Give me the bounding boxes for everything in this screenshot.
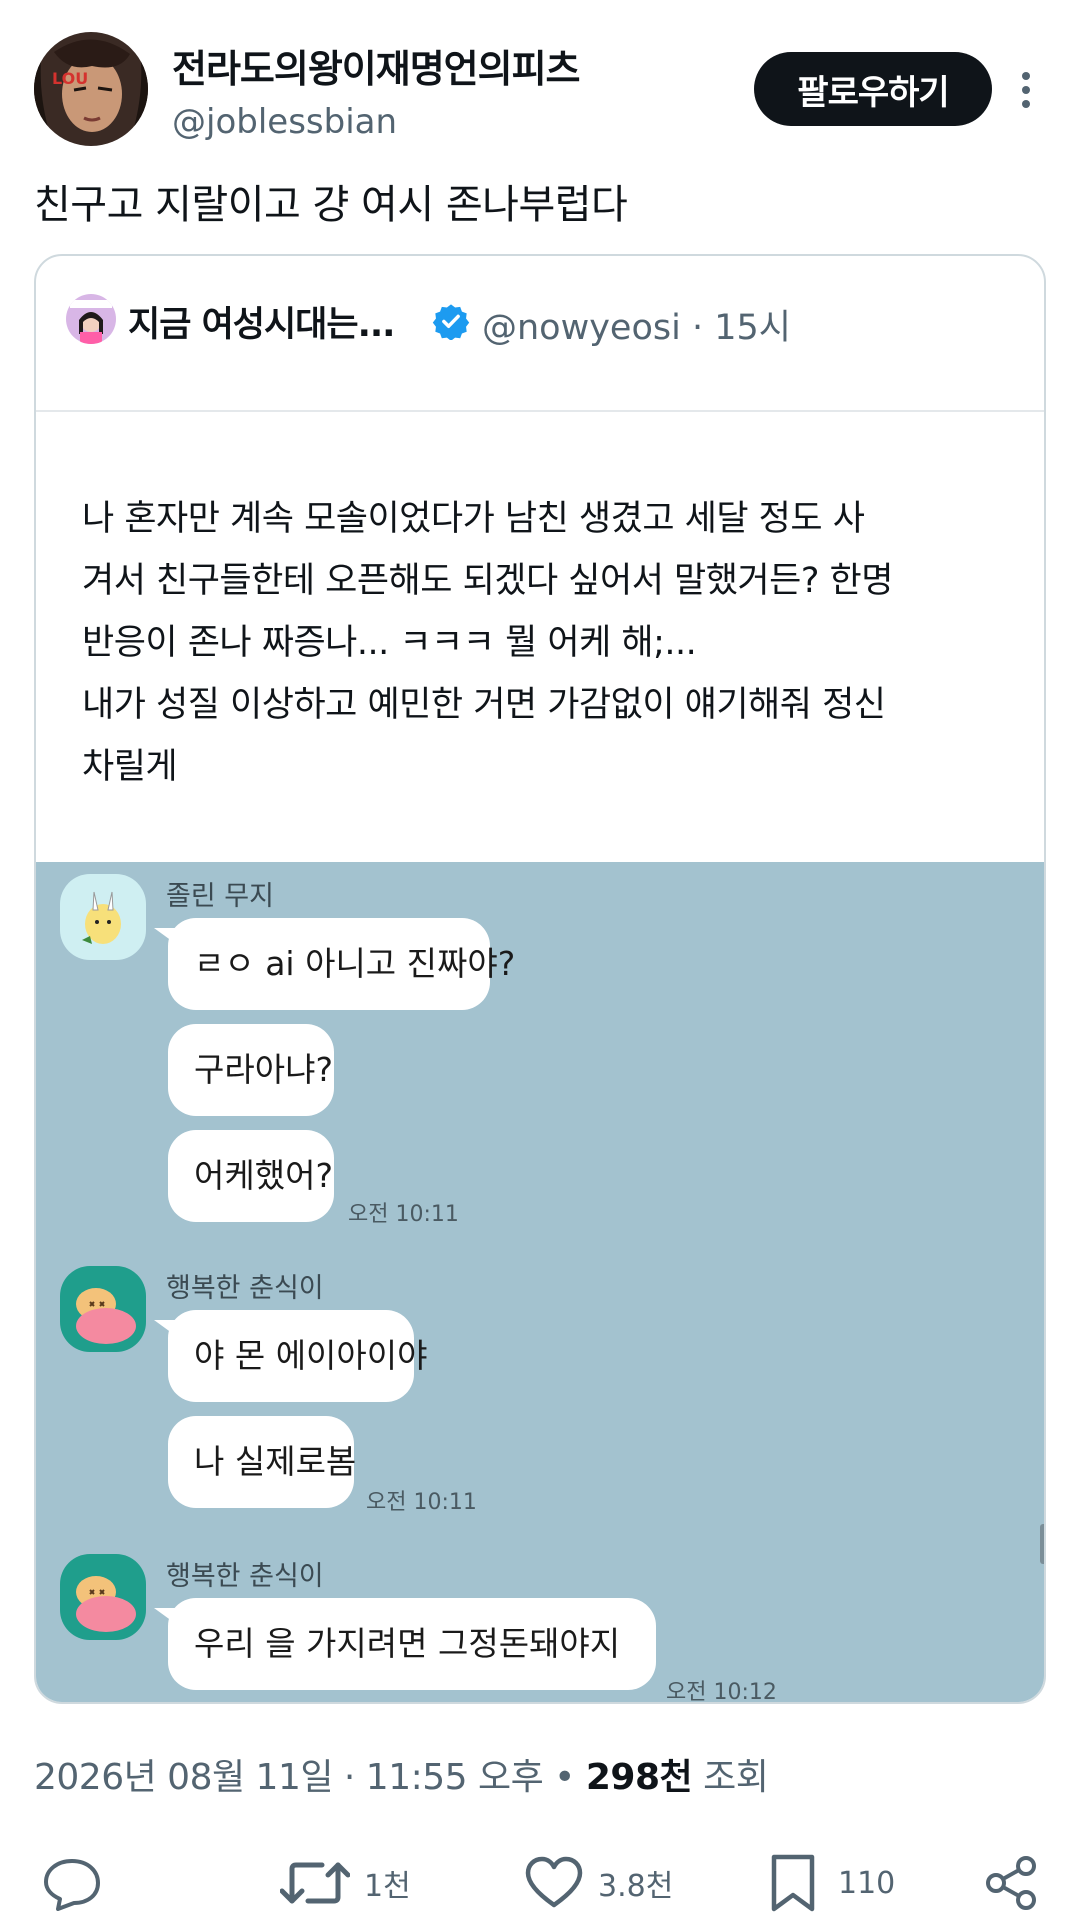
follow-button[interactable]: 팔로우하기 <box>754 52 992 126</box>
author-handle[interactable]: @joblessbian <box>172 102 397 142</box>
like-count: 3.8천 <box>598 1869 674 1904</box>
quote-body-line: 차릴게 <box>82 747 178 787</box>
chat-message-bubble: 우리 을 가지려면 그정돈돼야지 <box>154 1598 656 1690</box>
chat-message-bubble: 어케했어? <box>168 1130 334 1222</box>
chat-screenshot[interactable]: 졸린 무지 ㄹㅇ ai 아니고 진짜야? 구라아냐? 어케했어? 오전 10:1… <box>36 862 1044 1704</box>
avatar-lettering: LOU <box>52 69 88 88</box>
chat-message-bubble: 야 몬 에이아이야 <box>154 1310 428 1402</box>
quote-body: 나 혼자만 계속 모솔이었다가 남친 생겼고 세달 정도 사 겨서 친구들한테 … <box>82 488 1012 798</box>
bookmark-button[interactable]: 110 <box>768 1854 896 1912</box>
author-name[interactable]: 전라도의왕이재명언의피츠 <box>172 38 581 93</box>
chat-message-bubble: 나 실제로봄 <box>168 1416 356 1508</box>
retweet-button[interactable]: 1천 <box>280 1855 411 1911</box>
author-avatar[interactable]: LOU <box>34 32 148 146</box>
quote-body-line: 나 혼자만 계속 모솔이었다가 남친 생겼고 세달 정도 사 <box>82 499 865 539</box>
more-options-icon[interactable] <box>1012 68 1040 112</box>
chat-scrollbar[interactable] <box>1040 1524 1044 1564</box>
chat-sender-name: 행복한 춘식이 <box>166 1561 324 1592</box>
share-icon <box>986 1856 1036 1910</box>
bookmark-icon <box>771 1854 815 1912</box>
quote-handle-time: @nowyeosi · 15시 <box>482 308 791 348</box>
chat-timestamp: 오전 10:12 <box>666 1680 777 1704</box>
choonsik-avatar-icon <box>60 1554 146 1640</box>
reply-button[interactable] <box>42 1855 102 1911</box>
choonsik-avatar-icon <box>60 1266 146 1352</box>
heart-icon <box>525 1856 583 1908</box>
chat-sender-name: 졸린 무지 <box>166 881 274 912</box>
chat-message-bubble: ㄹㅇ ai 아니고 진짜야? <box>154 918 515 1010</box>
chat-timestamp: 오전 10:11 <box>348 1202 459 1227</box>
view-label: 조회 <box>692 1757 769 1798</box>
chat-sender-name: 행복한 춘식이 <box>166 1273 324 1304</box>
quote-body-line: 반응이 존나 짜증나... ㅋㅋㅋ 뭘 어케 해;... <box>82 623 697 663</box>
quote-divider <box>36 410 1044 412</box>
bookmark-count: 110 <box>838 1865 896 1901</box>
view-count: 298천 <box>585 1757 693 1798</box>
quoted-tweet-card[interactable]: 지금 여성시대는... @nowyeosi · 15시 나 혼자만 계속 모솔이… <box>34 254 1046 1704</box>
like-button[interactable]: 3.8천 <box>524 1855 673 1911</box>
share-button[interactable] <box>984 1855 1040 1911</box>
quote-body-line: 겨서 친구들한테 오픈해도 되겠다 싶어서 말했거든? 한명 <box>82 561 893 601</box>
retweet-icon <box>280 1862 350 1904</box>
quote-body-line: 내가 성질 이상하고 예민한 거면 가감없이 얘기해줘 정신 <box>82 685 886 725</box>
chat-timestamp: 오전 10:11 <box>366 1490 477 1515</box>
tweet-date-time: 2026년 08월 11일 · 11:55 오후 • <box>34 1757 586 1798</box>
reply-icon <box>44 1859 100 1911</box>
quote-avatar <box>66 294 116 344</box>
chat-message-bubble: 구라아냐? <box>168 1024 334 1116</box>
quote-author-name[interactable]: 지금 여성시대는... <box>128 296 395 347</box>
retweet-count: 1천 <box>364 1869 411 1904</box>
tweet-text: 친구고 지랄이고 걍 여시 존나부럽다 <box>34 182 628 228</box>
muzi-avatar-icon <box>60 874 146 960</box>
verified-badge-icon <box>432 302 470 341</box>
tweet-meta: 2026년 08월 11일 · 11:55 오후 • 298천 조회 <box>34 1748 769 1800</box>
